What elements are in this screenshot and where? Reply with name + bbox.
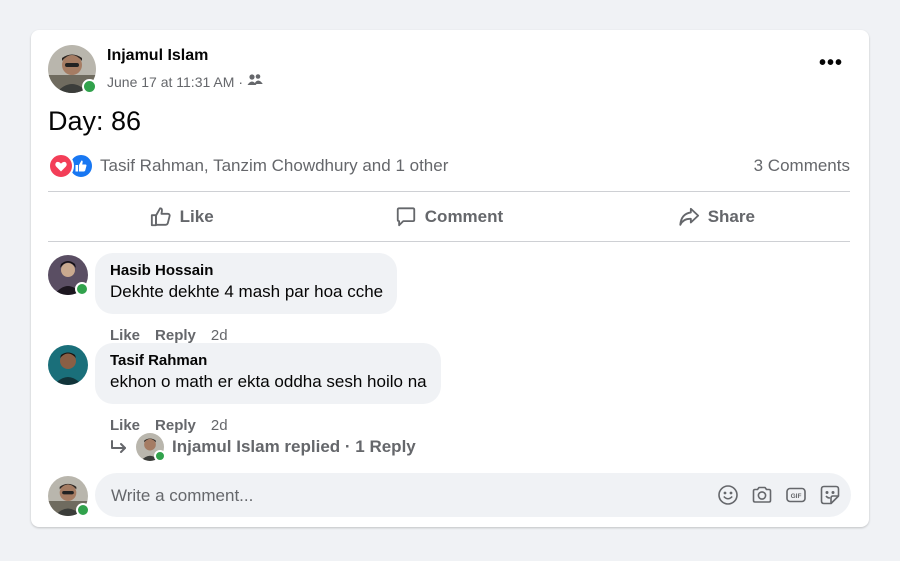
comment-actions: Like Reply 2d (110, 327, 228, 344)
comment-time[interactable]: 2d (211, 417, 228, 434)
post-meta: June 17 at 11:31 AM · (107, 73, 263, 90)
comment-bubble: Tasif Rahman ekhon o math er ekta oddha … (95, 343, 441, 404)
online-status-dot (75, 282, 89, 296)
comment-bubble: Hasib Hossain Dekhte dekhte 4 mash par h… (95, 253, 398, 314)
divider (48, 241, 850, 242)
comment-input[interactable] (109, 473, 673, 519)
reactions-summary[interactable]: Tasif Rahman, Tanzim Chowdhury and 1 oth… (48, 153, 448, 179)
thumbs-up-icon (150, 207, 171, 227)
comment-item: Tasif Rahman ekhon o math er ekta oddha … (48, 343, 848, 434)
like-button-label: Like (179, 207, 214, 226)
comments-count-link[interactable]: 3 Comments (754, 156, 850, 176)
comment-actions: Like Reply 2d (110, 417, 228, 434)
comment-time[interactable]: 2d (211, 327, 228, 344)
online-status-dot (82, 79, 97, 94)
camera-icon[interactable] (751, 484, 773, 506)
post-card: Injamul Islam June 17 at 11:31 AM · ••• … (31, 30, 869, 527)
online-status-dot (76, 503, 90, 517)
online-status-dot (154, 450, 166, 462)
comment-text: Dekhte dekhte 4 mash par hoa cche (110, 282, 384, 301)
composer-tools: GIF (717, 484, 841, 506)
commenter-name[interactable]: Tasif Rahman (110, 352, 427, 370)
post-timestamp[interactable]: June 17 at 11:31 AM (107, 74, 234, 90)
comment-button-label: Comment (424, 207, 504, 226)
share-arrow-icon (679, 207, 699, 226)
post-text: Day: 86 (48, 106, 142, 136)
comment-reply-link[interactable]: Reply (155, 417, 196, 434)
commenter-name[interactable]: Hasib Hossain (110, 262, 383, 280)
comment-item: Hasib Hossain Dekhte dekhte 4 mash par h… (48, 253, 848, 344)
comment-like-link[interactable]: Like (110, 417, 140, 434)
reply-arrow-icon (111, 440, 126, 453)
post-author-name[interactable]: Injamul Islam (107, 47, 208, 65)
comment-button[interactable]: Comment (315, 192, 582, 242)
post-actions-bar: Like Comment Share (48, 192, 850, 242)
comment-composer: GIF (95, 473, 851, 519)
reactions-names[interactable]: Tasif Rahman, Tanzim Chowdhury and 1 oth… (100, 156, 448, 176)
meta-separator: · (238, 73, 244, 90)
sticker-icon[interactable] (819, 484, 841, 506)
commenter-avatar[interactable] (48, 345, 88, 385)
emoji-icon[interactable] (717, 484, 739, 506)
share-button-label: Share (707, 207, 755, 226)
love-reaction-icon (48, 153, 74, 179)
comment-reply-link[interactable]: Reply (155, 327, 196, 344)
replies-text: Injamul Islam replied · 1 Reply (172, 437, 416, 456)
share-button[interactable]: Share (583, 192, 850, 242)
more-options-icon[interactable]: ••• (819, 53, 843, 73)
gif-icon[interactable]: GIF (785, 484, 807, 506)
friends-icon[interactable] (247, 73, 263, 90)
comment-bubble-icon (396, 207, 415, 227)
reply-author-avatar (136, 433, 166, 462)
like-button[interactable]: Like (48, 192, 315, 242)
svg-text:GIF: GIF (791, 493, 802, 500)
view-replies-link[interactable]: Injamul Islam replied · 1 Reply (110, 433, 416, 462)
comment-text: ekhon o math er ekta oddha sesh hoilo na (110, 372, 427, 391)
comment-like-link[interactable]: Like (110, 327, 140, 344)
